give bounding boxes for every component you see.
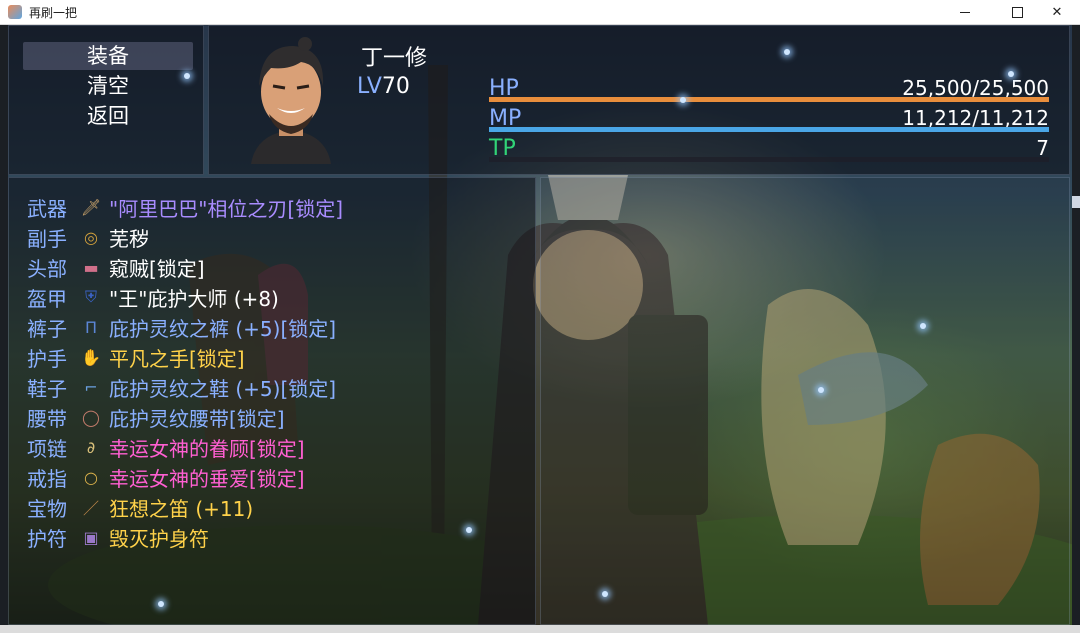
level-label: LV xyxy=(357,74,382,99)
equip-item-name: 狂想之笛 (+11) xyxy=(109,496,254,521)
equip-slot-label: 戒指 xyxy=(27,466,67,491)
equip-slot-label: 护符 xyxy=(27,526,67,551)
equip-slot-row[interactable]: 裤子 Π 庇护灵纹之裤 (+5)[锁定] xyxy=(27,312,336,342)
actor-portrait xyxy=(251,37,331,164)
equip-slot-label: 武器 xyxy=(27,196,67,221)
ring-icon: ○ xyxy=(84,467,98,487)
equip-item-name: 芜秽 xyxy=(109,226,149,251)
sword-icon: 🗡 xyxy=(80,197,102,217)
sparkle xyxy=(680,97,686,103)
item-window xyxy=(540,177,1070,625)
command-equip-label: 装备 xyxy=(87,44,129,68)
tp-bar xyxy=(489,157,1049,162)
app-icon xyxy=(8,5,22,19)
equip-slot-label: 宝物 xyxy=(27,496,67,521)
command-clear[interactable]: 清空 xyxy=(23,72,193,100)
hp-bar xyxy=(489,97,1049,102)
hp-gauge: HP 25,500/25,500 xyxy=(489,76,1049,106)
tp-gauge: TP 7 xyxy=(489,136,1049,166)
window-title: 再刷一把 xyxy=(29,6,78,20)
sparkle xyxy=(920,323,926,329)
equip-slot-label: 头部 xyxy=(27,256,67,281)
sparkle xyxy=(184,73,190,79)
command-equip[interactable]: 装备 xyxy=(23,42,193,70)
sparkle xyxy=(1008,71,1014,77)
equip-item-name: 庇护灵纹之鞋 (+5)[锁定] xyxy=(109,376,337,401)
status-window: 丁一修 LV70 HP 25,500/25,500 MP 11,212/11,2… xyxy=(208,25,1070,175)
equip-slot-row[interactable]: 戒指 ○ 幸运女神的垂爱[锁定] xyxy=(27,462,305,492)
actor-name: 丁一修 xyxy=(361,46,428,71)
equip-slot-row[interactable]: 鞋子 ⌐ 庇护灵纹之鞋 (+5)[锁定] xyxy=(27,372,336,402)
equip-slot-row[interactable]: 腰带 ◯ 庇护灵纹腰带[锁定] xyxy=(27,402,285,432)
equipment-window: 武器 🗡 "阿里巴巴"相位之刃[锁定] 副手 ◎ 芜秽头部 ▬ 窥贼[锁定] 盔甲 ⛨ "王"庇护大… xyxy=(8,177,536,625)
desktop-edge xyxy=(1072,196,1080,208)
command-back[interactable]: 返回 xyxy=(23,102,193,130)
pants-icon: Π xyxy=(84,317,98,337)
amulet-icon: ▣ xyxy=(83,527,99,547)
equip-slot-label: 盔甲 xyxy=(27,286,67,311)
sparkle xyxy=(784,49,790,55)
equip-slot-label: 裤子 xyxy=(27,316,67,341)
equip-item-name: 平凡之手[锁定] xyxy=(109,346,245,371)
equip-item-name: 毁灭护身符 xyxy=(109,526,209,551)
necklace-icon: ∂ xyxy=(86,437,96,457)
belt-icon: ◯ xyxy=(82,407,100,427)
equip-item-name: "阿里巴巴"相位之刃[锁定] xyxy=(109,196,344,221)
sparkle xyxy=(158,601,164,607)
equip-slot-row[interactable]: 副手 ◎ 芜秽 xyxy=(27,222,149,252)
equip-item-name: 幸运女神的垂爱[锁定] xyxy=(109,466,305,491)
command-back-label: 返回 xyxy=(87,104,129,128)
armor-icon: ⛨ xyxy=(84,287,97,306)
minimize-button[interactable] xyxy=(942,0,988,24)
mask-icon: ▬ xyxy=(83,257,99,277)
ring-orb-icon: ◎ xyxy=(84,227,98,247)
equip-slot-row[interactable]: 头部 ▬ 窥贼[锁定] xyxy=(27,252,205,282)
mp-bar-fill xyxy=(489,127,1049,132)
equip-item-name: "王"庇护大师 (+8) xyxy=(109,286,279,311)
hp-bar-fill xyxy=(489,97,1049,102)
sparkle xyxy=(818,387,824,393)
sparkle xyxy=(602,591,608,597)
mp-bar xyxy=(489,127,1049,132)
equip-slot-row[interactable]: 护符 ▣ 毁灭护身符 xyxy=(27,522,209,552)
equip-slot-label: 鞋子 xyxy=(27,376,67,401)
equip-slot-label: 项链 xyxy=(27,436,67,461)
desktop-strip xyxy=(0,625,1080,633)
equip-slot-label: 护手 xyxy=(27,346,67,371)
close-button[interactable]: ✕ xyxy=(1034,0,1080,24)
sparkle xyxy=(466,527,472,533)
equip-slot-row[interactable]: 武器 🗡 "阿里巴巴"相位之刃[锁定] xyxy=(27,192,343,222)
command-window: 装备 清空 返回 xyxy=(8,25,204,175)
equip-slot-row[interactable]: 护手 ✋ 平凡之手[锁定] xyxy=(27,342,245,372)
equip-slot-row[interactable]: 宝物 ／ 狂想之笛 (+11) xyxy=(27,492,253,522)
equip-slot-label: 腰带 xyxy=(27,406,67,431)
equip-slot-row[interactable]: 盔甲 ⛨ "王"庇护大师 (+8) xyxy=(27,282,279,312)
glove-icon: ✋ xyxy=(81,347,101,367)
flute-icon: ／ xyxy=(82,499,99,518)
equip-slot-label: 副手 xyxy=(27,226,67,251)
equip-item-name: 庇护灵纹腰带[锁定] xyxy=(109,406,285,431)
game-canvas: 装备 清空 返回 丁一修 LV70 HP 25,500/25,500 MP 11… xyxy=(8,25,1072,625)
equip-item-name: 窥贼[锁定] xyxy=(109,256,205,281)
equip-item-name: 庇护灵纹之裤 (+5)[锁定] xyxy=(109,316,337,341)
boots-icon: ⌐ xyxy=(84,377,98,397)
actor-level: LV70 xyxy=(357,74,410,99)
equip-slot-row[interactable]: 项链 ∂ 幸运女神的眷顾[锁定] xyxy=(27,432,305,462)
title-bar: 再刷一把 ✕ xyxy=(0,0,1080,25)
level-value: 70 xyxy=(381,74,410,99)
mp-gauge: MP 11,212/11,212 xyxy=(489,106,1049,136)
command-clear-label: 清空 xyxy=(87,74,129,98)
equip-item-name: 幸运女神的眷顾[锁定] xyxy=(109,436,305,461)
